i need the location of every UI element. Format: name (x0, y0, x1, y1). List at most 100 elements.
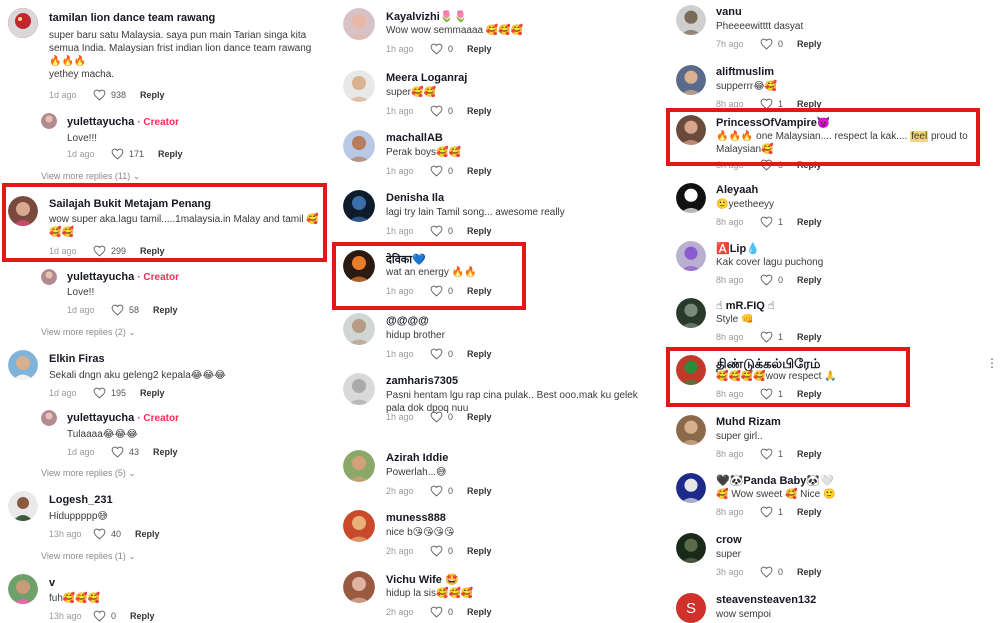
reply-button[interactable]: Reply (467, 166, 492, 176)
reply-button[interactable]: Reply (797, 567, 822, 577)
avatar[interactable] (343, 190, 375, 222)
avatar[interactable] (343, 450, 375, 482)
username[interactable]: Elkin Firas (49, 353, 105, 365)
avatar[interactable] (676, 415, 706, 445)
avatar[interactable] (676, 533, 706, 563)
avatar[interactable] (8, 8, 38, 38)
username[interactable]: Meera Loganraj (386, 72, 467, 84)
like-button[interactable]: 938 (93, 89, 126, 101)
username[interactable]: crow (716, 534, 742, 546)
avatar[interactable] (8, 491, 38, 521)
username[interactable]: Kayalvizhi🌷🌷 (386, 10, 467, 23)
more-options-icon[interactable]: ⋮ (986, 356, 998, 370)
username[interactable]: muness888 (386, 512, 446, 524)
like-button[interactable]: 0 (430, 348, 453, 360)
avatar[interactable] (8, 574, 38, 604)
username[interactable]: yulettayucha · Creator (67, 116, 179, 128)
avatar[interactable] (41, 113, 57, 129)
like-button[interactable]: 1 (760, 506, 783, 518)
like-button[interactable]: 58 (111, 304, 139, 316)
reply-button[interactable]: Reply (797, 39, 822, 49)
username[interactable]: 🖤🐼Panda Baby🐼🤍 (716, 474, 834, 487)
username[interactable]: zamharis7305 (386, 375, 458, 387)
view-more-replies[interactable]: View more replies (2) ⌄ (41, 327, 136, 338)
reply-button[interactable]: Reply (797, 449, 822, 459)
like-button[interactable]: 0 (430, 43, 453, 55)
like-button[interactable]: 0 (760, 566, 783, 578)
username[interactable]: Vichu Wife 🤩 (386, 573, 459, 586)
reply-button[interactable]: Reply (467, 412, 492, 422)
avatar[interactable] (676, 473, 706, 503)
username[interactable]: Denisha Ila (386, 192, 444, 204)
like-button[interactable]: 43 (111, 446, 139, 458)
like-button[interactable]: 0 (430, 545, 453, 557)
reply-button[interactable]: Reply (467, 486, 492, 496)
view-more-replies[interactable]: View more replies (11) ⌄ (41, 171, 140, 182)
avatar[interactable]: S (676, 593, 706, 623)
like-button[interactable]: 1 (760, 448, 783, 460)
like-button[interactable]: 0 (430, 606, 453, 618)
reply-button[interactable]: Reply (140, 388, 165, 398)
avatar[interactable] (676, 183, 706, 213)
avatar[interactable] (343, 130, 375, 162)
like-button[interactable]: 0 (430, 225, 453, 237)
avatar[interactable] (676, 65, 706, 95)
like-button[interactable]: 0 (93, 610, 116, 622)
avatar[interactable] (676, 298, 706, 328)
like-button[interactable]: 0 (760, 38, 783, 50)
avatar[interactable] (343, 8, 375, 40)
username[interactable]: vanu (716, 6, 742, 18)
reply-button[interactable]: Reply (140, 90, 165, 100)
username[interactable]: steavensteaven132 (716, 594, 816, 606)
avatar[interactable] (676, 241, 706, 271)
username[interactable]: ☝ mR.FIQ ☝ (716, 299, 775, 312)
reply-button[interactable]: Reply (153, 305, 178, 315)
reply-button[interactable]: Reply (130, 611, 155, 621)
view-more-replies[interactable]: View more replies (5) ⌄ (41, 468, 136, 479)
username[interactable]: yulettayucha · Creator (67, 412, 179, 424)
reply-button[interactable]: Reply (467, 44, 492, 54)
reply-button[interactable]: Reply (153, 447, 178, 457)
reply-button[interactable]: Reply (797, 507, 822, 517)
avatar[interactable] (343, 70, 375, 102)
avatar[interactable] (8, 350, 38, 380)
username[interactable]: machallAB (386, 132, 443, 144)
reply-button[interactable]: Reply (467, 349, 492, 359)
reply-button[interactable]: Reply (467, 226, 492, 236)
username[interactable]: Muhd Rizam (716, 416, 781, 428)
avatar[interactable] (343, 373, 375, 405)
like-button[interactable]: 0 (760, 274, 783, 286)
username[interactable]: yulettayucha · Creator (67, 271, 179, 283)
reply-button[interactable]: Reply (467, 546, 492, 556)
like-button[interactable]: 0 (430, 485, 453, 497)
reply-button[interactable]: Reply (158, 149, 183, 159)
reply-button[interactable]: Reply (467, 607, 492, 617)
reply-button[interactable]: Reply (797, 217, 822, 227)
reply-button[interactable]: Reply (467, 106, 492, 116)
username[interactable]: Azirah Iddie (386, 452, 448, 464)
reply-button[interactable]: Reply (135, 529, 160, 539)
like-button[interactable]: 0 (430, 411, 453, 423)
avatar[interactable] (676, 5, 706, 35)
avatar[interactable] (343, 571, 375, 603)
like-button[interactable]: 0 (430, 105, 453, 117)
avatar[interactable] (343, 510, 375, 542)
reply-button[interactable]: Reply (797, 275, 822, 285)
like-button[interactable]: 195 (93, 387, 126, 399)
username[interactable]: Logesh_231 (49, 494, 113, 506)
like-button[interactable]: 171 (111, 148, 144, 160)
reply-button[interactable]: Reply (797, 332, 822, 342)
username[interactable]: Aleyaah (716, 184, 758, 196)
like-button[interactable]: 0 (430, 165, 453, 177)
username[interactable]: aliftmuslim (716, 66, 774, 78)
avatar[interactable] (41, 269, 57, 285)
like-button[interactable]: 40 (93, 528, 121, 540)
username[interactable]: @@@@ (386, 315, 429, 327)
avatar[interactable] (41, 410, 57, 426)
like-button[interactable]: 1 (760, 216, 783, 228)
username[interactable]: v (49, 577, 55, 589)
username[interactable]: tamilan lion dance team rawang (49, 12, 215, 24)
avatar[interactable] (343, 313, 375, 345)
username[interactable]: 🅰️Lip💧 (716, 242, 760, 255)
like-button[interactable]: 1 (760, 331, 783, 343)
